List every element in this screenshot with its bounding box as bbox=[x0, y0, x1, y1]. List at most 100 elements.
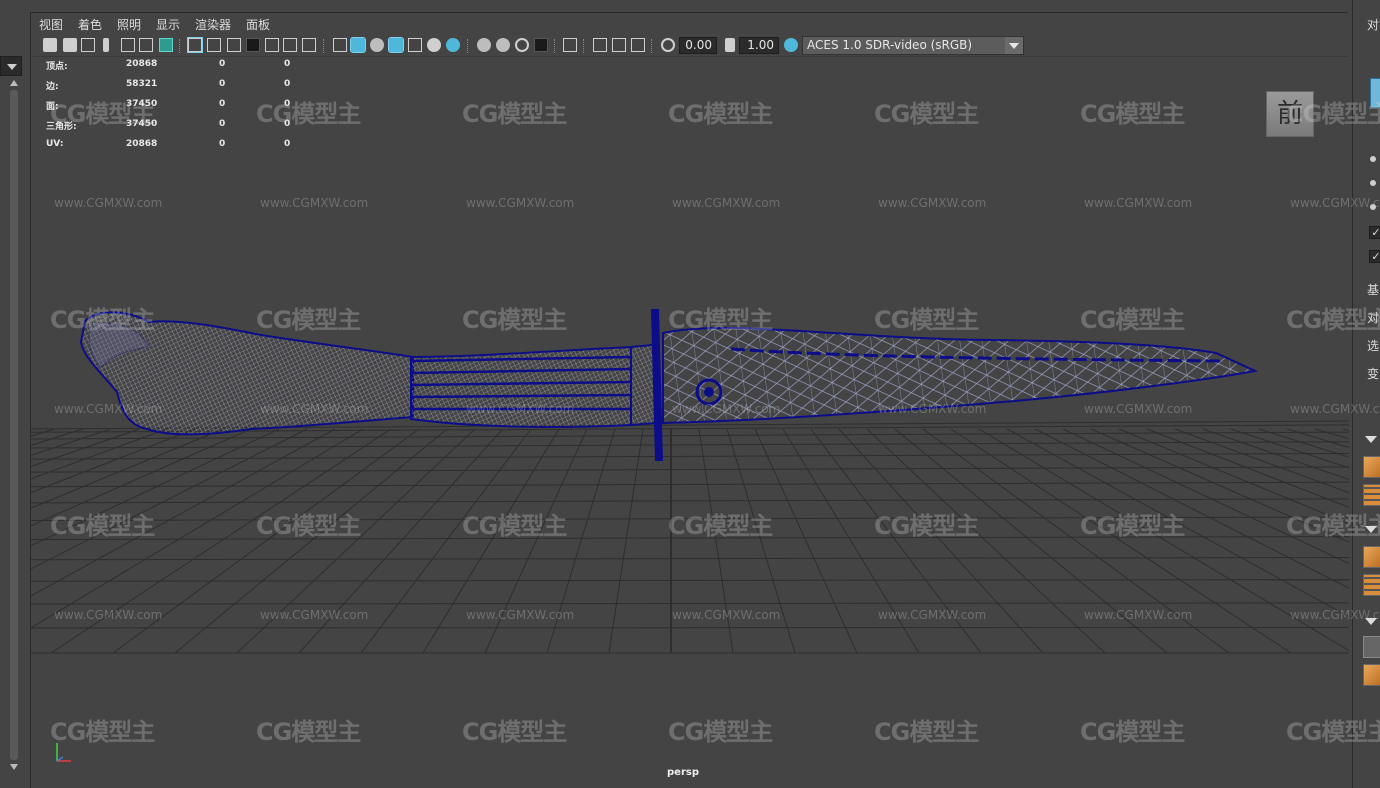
left-scrollbar[interactable] bbox=[9, 80, 19, 780]
menu-lighting[interactable]: 照明 bbox=[117, 16, 141, 33]
hud-label: 边: bbox=[46, 82, 59, 92]
collapse-arrow-icon[interactable] bbox=[1365, 618, 1377, 625]
isolate-select-icon[interactable] bbox=[563, 38, 577, 52]
grid-line bbox=[31, 626, 1349, 629]
gamma-icon[interactable] bbox=[725, 38, 735, 52]
radio-option[interactable] bbox=[1370, 156, 1376, 162]
toolbar-separator bbox=[179, 39, 181, 53]
grid-line bbox=[31, 428, 196, 494]
grid-line bbox=[31, 428, 364, 629]
checkbox[interactable]: ✓ bbox=[1369, 226, 1380, 239]
collapse-arrow-icon[interactable] bbox=[1365, 526, 1377, 533]
image-plane-icon[interactable] bbox=[121, 38, 135, 52]
lighting-icon[interactable] bbox=[427, 38, 441, 52]
grid-line bbox=[546, 428, 616, 654]
grid-line bbox=[31, 428, 224, 509]
screen-space-ao-icon[interactable] bbox=[477, 38, 491, 52]
selected-tab[interactable] bbox=[1370, 78, 1380, 108]
resolution-gate-icon[interactable] bbox=[227, 38, 241, 52]
grid-line bbox=[1062, 428, 1349, 565]
motion-blur-icon[interactable] bbox=[496, 38, 510, 52]
grid-line bbox=[1090, 428, 1349, 543]
collapse-arrow-icon[interactable] bbox=[1365, 436, 1377, 443]
camera-label: persp bbox=[667, 767, 699, 778]
default-material-icon[interactable] bbox=[370, 38, 384, 52]
film-gate-icon[interactable] bbox=[207, 38, 221, 52]
xray-icon[interactable] bbox=[593, 38, 607, 52]
menu-show[interactable]: 显示 bbox=[156, 16, 180, 33]
safe-title-icon[interactable] bbox=[302, 38, 316, 52]
hud-value: 37450 bbox=[126, 99, 158, 109]
depth-of-field-icon[interactable] bbox=[534, 38, 548, 52]
scroll-down-icon[interactable] bbox=[10, 764, 18, 770]
anti-aliasing-icon[interactable] bbox=[515, 38, 529, 52]
color-space-value: ACES 1.0 SDR-video (sRGB) bbox=[807, 38, 973, 52]
3d-viewport[interactable]: 顶点: 20868 0 0 边: 58321 0 0 面: 37450 0 0 bbox=[31, 57, 1349, 788]
ground-grid bbox=[31, 420, 1349, 654]
section-label: 基 bbox=[1367, 283, 1380, 297]
textured-icon[interactable] bbox=[408, 38, 422, 52]
safe-action-icon[interactable] bbox=[283, 38, 297, 52]
grid-line bbox=[810, 428, 982, 654]
radio-option[interactable] bbox=[1370, 180, 1376, 186]
cube-icon[interactable] bbox=[1363, 546, 1380, 568]
wireframe-icon[interactable] bbox=[333, 38, 347, 52]
viewport-scene[interactable] bbox=[31, 57, 1349, 788]
chevron-down-icon bbox=[7, 64, 17, 70]
maya-window: 视图 着色 照明 显示 渲染器 面板 0.00 1.00 ACES 1.0 SD… bbox=[0, 0, 1380, 788]
grid-line bbox=[978, 428, 1349, 652]
select-camera-icon[interactable] bbox=[43, 38, 57, 52]
menu-renderer[interactable]: 渲染器 bbox=[195, 16, 231, 33]
grid-line bbox=[31, 498, 1349, 504]
exposure-field[interactable]: 0.00 bbox=[679, 37, 717, 54]
grid-line bbox=[31, 466, 1349, 473]
hud-label: 面: bbox=[46, 102, 59, 112]
radio-option[interactable] bbox=[1370, 204, 1376, 210]
hud-value: 0 bbox=[219, 79, 226, 89]
hud-label: 三角形: bbox=[46, 122, 77, 132]
smooth-shade-icon[interactable] bbox=[350, 37, 366, 53]
hud-value: 0 bbox=[219, 59, 226, 69]
grid-line bbox=[298, 428, 504, 654]
2d-pan-zoom-icon[interactable] bbox=[139, 38, 153, 52]
wireframe-on-shaded-icon[interactable] bbox=[388, 37, 404, 53]
color-space-select[interactable]: ACES 1.0 SDR-video (sRGB) bbox=[802, 36, 1024, 55]
edit-icon[interactable] bbox=[1363, 636, 1380, 658]
grease-pencil-icon[interactable] bbox=[159, 38, 173, 52]
xray-joints-icon[interactable] bbox=[612, 38, 626, 52]
exposure-icon[interactable] bbox=[661, 38, 675, 52]
chevron-down-icon bbox=[1009, 43, 1019, 49]
left-panel-dropdown[interactable] bbox=[0, 56, 22, 76]
hud-value: 0 bbox=[284, 99, 291, 109]
color-space-dropdown[interactable] bbox=[1005, 37, 1023, 54]
cube-icon[interactable] bbox=[1363, 664, 1380, 686]
grid-line bbox=[1202, 428, 1349, 481]
scroll-track[interactable] bbox=[10, 90, 18, 760]
menu-panels[interactable]: 面板 bbox=[246, 16, 270, 33]
color-management-icon[interactable] bbox=[784, 38, 798, 52]
toolbar-separator bbox=[467, 39, 469, 53]
menu-shading[interactable]: 着色 bbox=[78, 16, 102, 33]
grid-line bbox=[950, 428, 1292, 654]
grid-icon[interactable] bbox=[1363, 484, 1380, 506]
grid-line bbox=[838, 428, 1044, 654]
cube-icon[interactable] bbox=[1363, 456, 1380, 478]
menu-view[interactable]: 视图 bbox=[39, 16, 63, 33]
shadows-icon[interactable] bbox=[446, 38, 460, 52]
gate-mask-icon[interactable] bbox=[246, 38, 260, 52]
checkbox[interactable]: ✓ bbox=[1369, 250, 1380, 263]
camera-attr-icon[interactable] bbox=[63, 38, 77, 52]
view-cube[interactable]: 前 bbox=[1266, 91, 1314, 137]
camera-lock-icon[interactable] bbox=[81, 38, 95, 52]
scroll-up-icon[interactable] bbox=[10, 80, 18, 86]
gamma-field[interactable]: 1.00 bbox=[739, 37, 779, 54]
bookmark-icon[interactable] bbox=[103, 38, 109, 52]
xray-active-icon[interactable] bbox=[631, 38, 645, 52]
grid-toggle-icon[interactable] bbox=[187, 37, 203, 53]
grid-line bbox=[31, 431, 1349, 440]
panel-toolbar: 0.00 1.00 ACES 1.0 SDR-video (sRGB) bbox=[31, 35, 1349, 57]
layers-icon[interactable] bbox=[1363, 574, 1380, 596]
section-label: 选 bbox=[1367, 339, 1380, 353]
hud-value: 58321 bbox=[126, 79, 158, 89]
field-chart-icon[interactable] bbox=[265, 38, 279, 52]
